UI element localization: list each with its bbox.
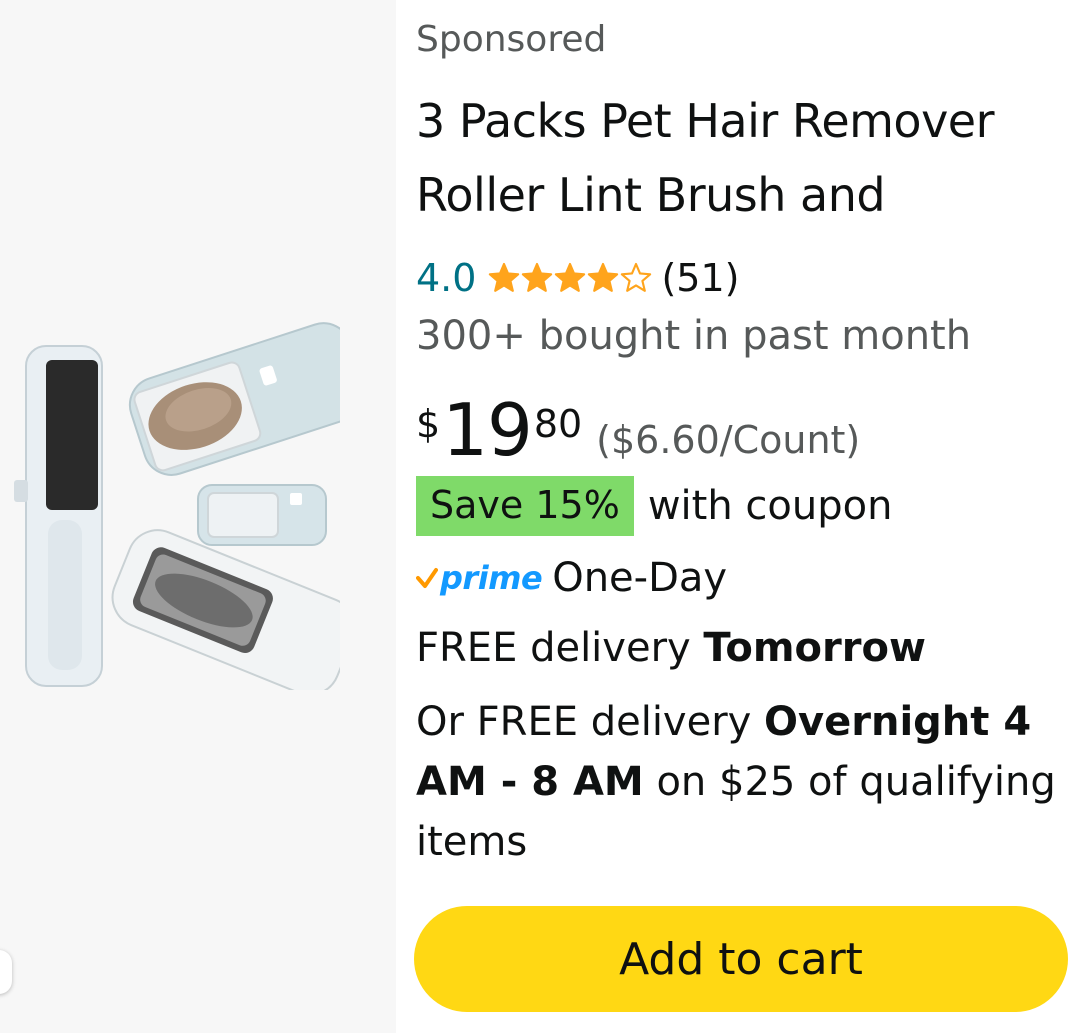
coupon-text: with coupon — [647, 483, 893, 529]
product-title[interactable]: 3 Packs Pet Hair Remover Roller Lint Bru… — [416, 84, 1056, 232]
prime-row: prime One-Day — [416, 550, 727, 606]
rating-value: 4.0 — [416, 256, 477, 300]
delivery-primary: FREE delivery Tomorrow — [416, 622, 926, 674]
bought-count: 300+ bought in past month — [416, 313, 972, 359]
price-whole: 19 — [442, 388, 533, 472]
rating-row[interactable]: 4.0 (51) — [416, 250, 739, 306]
star-filled-icon — [489, 262, 520, 292]
add-to-cart-button[interactable]: Add to cart — [414, 906, 1068, 1012]
price: $ 19 80 ($6.60/Count) — [416, 390, 860, 470]
star-filled-icon — [522, 262, 553, 292]
delivery-primary-text: FREE delivery — [416, 625, 704, 671]
prime-logo: prime — [416, 559, 543, 597]
star-filled-icon — [588, 262, 619, 292]
unit-price: ($6.60/Count) — [596, 418, 861, 462]
review-count[interactable]: (51) — [661, 253, 739, 303]
product-title-line[interactable]: 3 Packs Pet Hair Remover — [416, 84, 1056, 158]
product-image[interactable] — [0, 320, 340, 690]
delivery-secondary: Or FREE delivery Overnight 4 AM - 8 AM o… — [416, 692, 1056, 872]
product-title-line[interactable]: Roller Lint Brush and — [416, 158, 1056, 232]
delivery-secondary-text: Or FREE delivery — [416, 699, 765, 745]
prime-logo-text: prime — [440, 559, 543, 597]
sponsored-label: Sponsored — [416, 19, 607, 60]
delivery-primary-date: Tomorrow — [703, 625, 926, 671]
price-symbol: $ — [416, 402, 441, 446]
star-filled-icon — [555, 262, 586, 292]
prime-check-icon — [416, 568, 438, 588]
carousel-indicator[interactable] — [0, 950, 12, 994]
star-rating[interactable] — [488, 262, 653, 294]
star-empty-icon — [621, 262, 652, 292]
product-image-panel[interactable] — [0, 0, 396, 1033]
prime-speed: One-Day — [552, 555, 728, 601]
coupon-badge: Save 15% — [416, 476, 634, 536]
price-fraction: 80 — [533, 402, 583, 446]
coupon-row: Save 15% with coupon — [416, 476, 892, 536]
